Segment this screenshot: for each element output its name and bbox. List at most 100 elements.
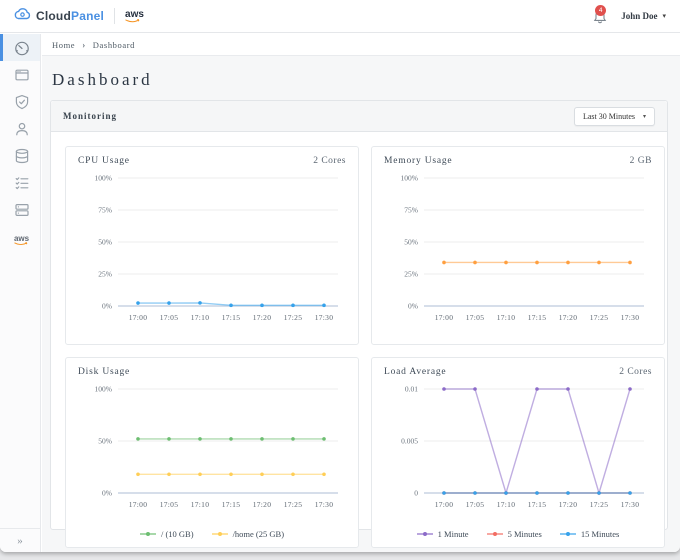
aws-smile-icon: [125, 19, 140, 23]
chart-card-memory: Memory Usage 2 GB 0% 25% 50% 75% 100% 17:00 17:0…: [371, 146, 665, 345]
header-divider: [114, 8, 116, 24]
svg-text:100%: 100%: [95, 174, 113, 183]
svg-text:17:25: 17:25: [590, 313, 609, 322]
aws-logo: aws: [125, 9, 144, 23]
window-icon: [14, 67, 30, 83]
legend-item[interactable]: 15 Minutes: [559, 529, 620, 539]
database-icon: [14, 148, 30, 164]
svg-text:17:30: 17:30: [315, 500, 334, 509]
svg-text:17:10: 17:10: [191, 500, 210, 509]
sidebar-item-services[interactable]: [0, 169, 40, 196]
svg-text:17:00: 17:00: [129, 500, 148, 509]
svg-text:0: 0: [414, 489, 418, 498]
content-area: Dashboard Monitoring Last 30 Minutes ▾ C…: [42, 56, 680, 552]
monitoring-panel-header: Monitoring Last 30 Minutes ▾: [51, 101, 667, 132]
svg-text:17:15: 17:15: [528, 313, 547, 322]
sidebar-item-sites[interactable]: [0, 61, 40, 88]
charts-grid: CPU Usage 2 Cores 0% 25% 50% 75% 100% 17:00 17:0…: [51, 132, 667, 552]
legend-label: 5 Minutes: [507, 529, 542, 539]
svg-text:17:30: 17:30: [621, 500, 640, 509]
sidebar-item-server-settings[interactable]: [0, 196, 40, 223]
chart-annotation: 2 Cores: [313, 156, 346, 166]
svg-text:25%: 25%: [404, 270, 418, 279]
cloudpanel-cloud-icon: [14, 7, 31, 25]
svg-text:17:05: 17:05: [160, 500, 179, 509]
legend-item[interactable]: / (10 GB): [139, 529, 194, 539]
breadcrumb-home-link[interactable]: Home: [52, 40, 75, 50]
notifications-button[interactable]: 4: [593, 5, 609, 25]
shield-check-icon: [14, 94, 30, 110]
svg-text:0.005: 0.005: [401, 437, 418, 446]
chart-title: CPU Usage: [78, 156, 130, 166]
aws-icon: aws: [13, 233, 30, 245]
svg-text:17:25: 17:25: [590, 500, 609, 509]
server-icon: [14, 202, 30, 218]
legend-marker-icon: [486, 532, 503, 536]
breadcrumb-chevron-icon: ›: [82, 39, 86, 50]
svg-text:0%: 0%: [408, 302, 418, 311]
cloudpanel-logo[interactable]: CloudPanel: [14, 7, 104, 25]
chart-annotation: 2 Cores: [619, 367, 652, 377]
svg-text:17:20: 17:20: [253, 313, 272, 322]
legend-item[interactable]: /home (25 GB): [211, 529, 284, 539]
logo-text: CloudPanel: [36, 9, 105, 23]
svg-text:17:00: 17:00: [129, 313, 148, 322]
svg-text:17:30: 17:30: [315, 313, 334, 322]
svg-text:50%: 50%: [98, 238, 112, 247]
svg-text:0%: 0%: [102, 489, 112, 498]
legend-item[interactable]: 1 Minute: [416, 529, 469, 539]
svg-text:25%: 25%: [98, 270, 112, 279]
svg-text:75%: 75%: [98, 206, 112, 215]
sidebar-expand-button[interactable]: »: [0, 528, 40, 552]
time-range-dropdown[interactable]: Last 30 Minutes ▾: [573, 106, 655, 126]
sidebar-item-users[interactable]: [0, 115, 40, 142]
svg-text:17:05: 17:05: [466, 500, 485, 509]
chevron-down-icon: ▾: [662, 12, 666, 20]
user-icon: [14, 121, 30, 137]
monitoring-title: Monitoring: [63, 111, 117, 121]
svg-text:17:05: 17:05: [466, 313, 485, 322]
svg-text:17:00: 17:00: [435, 313, 454, 322]
svg-text:17:15: 17:15: [528, 500, 547, 509]
top-bar: CloudPanel aws 4 John Doe ▾: [0, 0, 680, 33]
chevron-down-icon: ▾: [642, 113, 646, 120]
gauge-icon: [14, 40, 30, 56]
svg-text:17:10: 17:10: [497, 313, 516, 322]
svg-text:17:15: 17:15: [222, 500, 241, 509]
chart-plot-cpu: 0% 25% 50% 75% 100% 17:00 17:05 17:10 17:15 17:20…: [95, 174, 338, 322]
chart-card-disk: Disk Usage 0% 50% 100% 17:00 17:05 17:10 17:15 1…: [65, 357, 359, 548]
breadcrumb: Home › Dashboard: [42, 34, 680, 56]
chart-plot-memory: 0% 25% 50% 75% 100% 17:00 17:05 17:10 17:15 17:20…: [401, 174, 644, 322]
chart-plot-disk: 0% 50% 100% 17:00 17:05 17:10 17:15 17:20 17:25 1…: [95, 385, 338, 509]
checklist-icon: [14, 175, 30, 191]
svg-text:17:30: 17:30: [621, 313, 640, 322]
sidebar-item-security[interactable]: [0, 88, 40, 115]
svg-text:50%: 50%: [404, 238, 418, 247]
svg-text:17:20: 17:20: [253, 500, 272, 509]
user-menu[interactable]: John Doe ▾: [621, 11, 666, 21]
svg-text:0%: 0%: [102, 302, 112, 311]
page-title: Dashboard: [52, 70, 153, 89]
legend-label: 1 Minute: [437, 529, 469, 539]
svg-text:17:05: 17:05: [160, 313, 179, 322]
chart-legend: / (10 GB) /home (25 GB): [78, 526, 346, 542]
chart-annotation: 2 GB: [629, 156, 652, 166]
chart-card-cpu: CPU Usage 2 Cores 0% 25% 50% 75% 100% 17:00 17:0…: [65, 146, 359, 345]
svg-text:17:10: 17:10: [191, 313, 210, 322]
legend-item[interactable]: 5 Minutes: [486, 529, 542, 539]
svg-text:17:20: 17:20: [559, 500, 578, 509]
chart-title: Load Average: [384, 367, 447, 377]
chart-title: Memory Usage: [384, 156, 453, 166]
sidebar-item-dashboard[interactable]: [0, 34, 40, 61]
chart-title: Disk Usage: [78, 367, 131, 377]
legend-label: 15 Minutes: [580, 529, 620, 539]
sidebar-item-aws[interactable]: aws: [0, 223, 40, 250]
breadcrumb-current: Dashboard: [92, 39, 136, 50]
svg-text:17:10: 17:10: [497, 500, 516, 509]
sidebar-item-databases[interactable]: [0, 142, 40, 169]
svg-text:75%: 75%: [404, 206, 418, 215]
svg-text:17:00: 17:00: [435, 500, 454, 509]
svg-text:17:25: 17:25: [284, 313, 303, 322]
sidebar: aws »: [0, 34, 41, 552]
user-name: John Doe: [621, 11, 658, 21]
